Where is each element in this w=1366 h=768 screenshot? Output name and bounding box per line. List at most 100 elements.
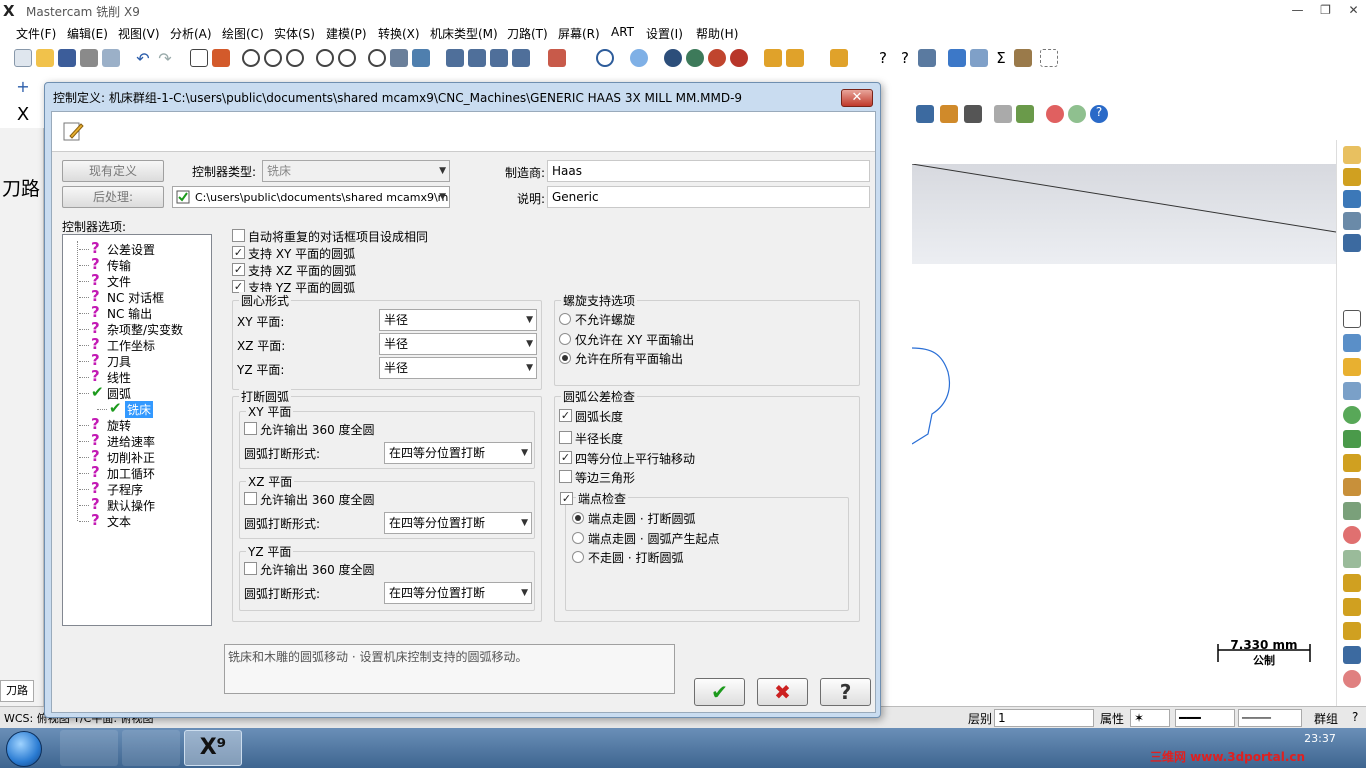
yz-allow360-checkbox[interactable]	[244, 562, 257, 575]
tree-item[interactable]: 铣床	[125, 401, 154, 418]
restore-icon[interactable]: ❐	[1312, 0, 1339, 20]
tree-item[interactable]: 文本	[107, 513, 131, 530]
dialog-close-button[interactable]: ✕	[841, 89, 873, 107]
zoom-window-icon[interactable]	[264, 49, 282, 67]
menu-solid[interactable]: 实体(S)	[274, 25, 315, 42]
right-view-icon[interactable]	[490, 49, 508, 67]
help-cursor-icon[interactable]: ?	[874, 49, 892, 67]
menu-machine-type[interactable]: 机床类型(M)	[430, 25, 498, 42]
no-entry-icon[interactable]	[1046, 105, 1064, 123]
side-tool-16-icon[interactable]	[1343, 574, 1361, 592]
status-help-button[interactable]: ?	[1352, 710, 1358, 724]
tree-item[interactable]: 工作坐标	[107, 337, 155, 354]
tree-item[interactable]: 旋转	[107, 417, 131, 434]
dynamic-rotate-icon[interactable]	[390, 49, 408, 67]
undo-icon[interactable]: ↶	[134, 49, 152, 68]
helix-none-radio[interactable]	[559, 313, 571, 325]
ok-button[interactable]: ✔	[694, 678, 745, 706]
menu-draw[interactable]: 绘图(C)	[222, 25, 264, 42]
tree-item[interactable]: NC 输出	[107, 305, 152, 322]
tree-item[interactable]: 线性	[107, 369, 131, 386]
refresh-icon[interactable]	[970, 49, 988, 67]
xz-center-select[interactable]: 半径 ▼	[379, 333, 537, 355]
analyze-chain-icon[interactable]	[918, 49, 936, 67]
menu-model[interactable]: 建模(P)	[326, 25, 367, 42]
support-xy-checkbox[interactable]: ✓	[232, 246, 245, 259]
equilateral-checkbox[interactable]	[559, 470, 572, 483]
x-axis-icon[interactable]: X	[14, 104, 32, 125]
tree-item[interactable]: 传输	[107, 257, 131, 274]
endpoint-start-radio[interactable]	[572, 532, 584, 544]
shade-icon[interactable]	[664, 49, 682, 67]
select-icon[interactable]	[964, 105, 982, 123]
yz-break-form-select[interactable]: 在四等分位置打断 ▼	[384, 582, 532, 604]
tree-item[interactable]: 加工循环	[107, 465, 155, 482]
pencil3-icon[interactable]	[830, 49, 848, 67]
attributes-button[interactable]: 属性	[1100, 710, 1124, 727]
pencil2-icon[interactable]	[786, 49, 804, 67]
point-style-select[interactable]: ✶	[1130, 709, 1170, 727]
check-doc-icon[interactable]	[1016, 105, 1034, 123]
tree-item[interactable]: 子程序	[107, 481, 143, 498]
unzoom-icon[interactable]	[316, 49, 334, 67]
redo-icon[interactable]: ↷	[156, 49, 174, 68]
shade4-icon[interactable]	[730, 49, 748, 67]
endpoint-break-radio[interactable]	[572, 512, 584, 524]
side-tool-4-icon[interactable]	[1343, 212, 1361, 230]
side-tool-10-icon[interactable]	[1343, 430, 1361, 448]
side-tool-17-icon[interactable]	[1343, 598, 1361, 616]
side-tool-15-icon[interactable]	[1343, 550, 1361, 568]
tab-toolpaths[interactable]: 刀路	[0, 680, 34, 702]
tree-item[interactable]: 默认操作	[107, 497, 155, 514]
auto-same-checkbox[interactable]	[232, 229, 245, 242]
analyze-icon[interactable]: ?	[896, 49, 914, 67]
front-view-icon[interactable]	[468, 49, 486, 67]
shade3-icon[interactable]	[708, 49, 726, 67]
radius-length-checkbox[interactable]	[559, 431, 572, 444]
tree-item[interactable]: 切削补正	[107, 449, 155, 466]
open-file-icon[interactable]	[36, 49, 54, 67]
pencil-icon[interactable]	[764, 49, 782, 67]
start-button[interactable]	[6, 731, 42, 767]
fit-icon[interactable]	[190, 49, 208, 67]
no-move-break-radio[interactable]	[572, 551, 584, 563]
help-circle-icon[interactable]: ?	[1090, 105, 1108, 123]
pan-icon[interactable]	[412, 49, 430, 67]
arc-length-checkbox[interactable]: ✓	[559, 409, 572, 422]
save-icon[interactable]	[58, 49, 76, 67]
current-definition-button[interactable]: 现有定义	[62, 160, 164, 182]
tree-item[interactable]: 公差设置	[107, 241, 155, 258]
groups-button[interactable]: 群组	[1314, 710, 1338, 727]
helix-all-radio[interactable]	[559, 352, 571, 364]
endpoint-check-checkbox[interactable]: ✓	[560, 492, 573, 505]
quadrant-parallel-checkbox[interactable]: ✓	[559, 451, 572, 464]
menu-analyze[interactable]: 分析(A)	[170, 25, 212, 42]
rotate-icon[interactable]	[368, 49, 386, 67]
yz-center-select[interactable]: 半径 ▼	[379, 357, 537, 379]
side-tool-8-icon[interactable]	[1343, 382, 1361, 400]
menu-xform[interactable]: 转换(X)	[378, 25, 420, 42]
tree-item[interactable]: 进给速率	[107, 433, 155, 450]
sphere-icon[interactable]	[630, 49, 648, 67]
sigma-icon[interactable]: Σ	[992, 49, 1010, 67]
menu-view[interactable]: 视图(V)	[118, 25, 160, 42]
menu-edit[interactable]: 编辑(E)	[67, 25, 108, 42]
layer-label[interactable]: 层别	[968, 710, 992, 727]
plus-icon[interactable]: +	[14, 77, 32, 96]
side-tool-19-icon[interactable]	[1343, 646, 1361, 664]
close-icon[interactable]: ✕	[1340, 0, 1366, 20]
shade2-icon[interactable]	[686, 49, 704, 67]
menu-file[interactable]: 文件(F)	[16, 25, 56, 42]
solid-icon[interactable]	[916, 105, 934, 123]
settings-gear-icon[interactable]	[948, 49, 966, 67]
box-icon[interactable]	[940, 105, 958, 123]
menu-toolpath[interactable]: 刀路(T)	[507, 25, 548, 42]
side-tool-1-icon[interactable]	[1343, 146, 1361, 164]
xy-break-form-select[interactable]: 在四等分位置打断 ▼	[384, 442, 532, 464]
menu-screen[interactable]: 屏幕(R)	[558, 25, 600, 42]
controller-type-select[interactable]: 铣床 ▼	[262, 160, 450, 182]
post-processor-button[interactable]: 后处理:	[62, 186, 164, 208]
xy-allow360-checkbox[interactable]	[244, 422, 257, 435]
grid-icon[interactable]	[1040, 49, 1058, 67]
new-file-icon[interactable]	[14, 49, 32, 67]
